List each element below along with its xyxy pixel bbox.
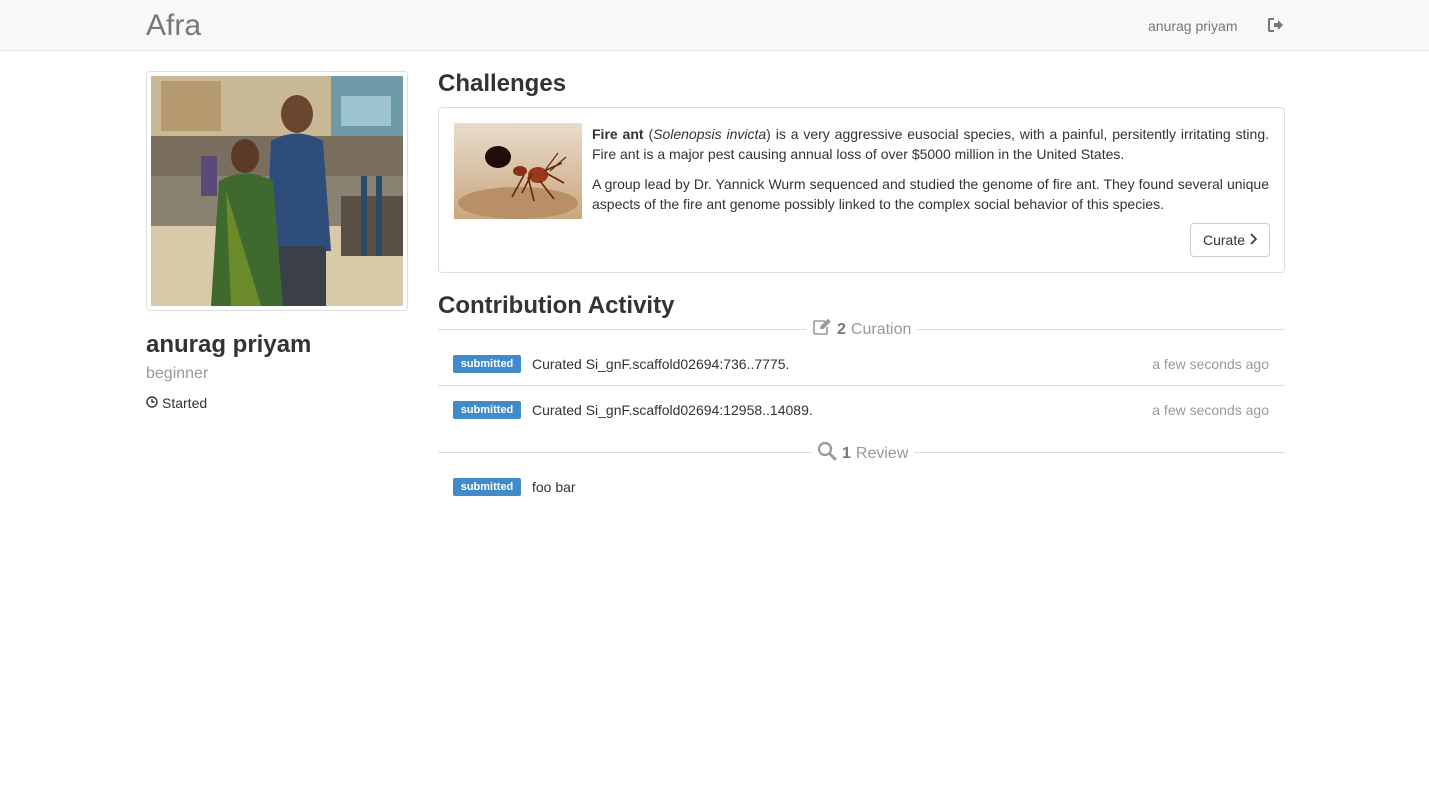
curation-count: 2 [837, 321, 846, 338]
review-label: Review [855, 445, 909, 462]
clock-icon [146, 395, 158, 411]
edit-icon [812, 318, 832, 342]
nav-user-link[interactable]: anurag priyam [1148, 17, 1238, 35]
profile-name: anurag priyam [146, 331, 312, 358]
species-name: Fire ant [592, 126, 644, 142]
status-badge: submitted [453, 355, 521, 373]
challenge-paragraph-1: Fire ant (Solenopsis invicta) is a very … [592, 126, 1270, 162]
navbar: Afra anurag priyam [0, 0, 1429, 51]
activity-time: a few seconds ago [1152, 356, 1269, 372]
activity-text[interactable]: Curated Si_gnF.scaffold02694:12958..1408… [532, 402, 813, 418]
curation-label: Curation [850, 321, 912, 338]
challenge-panel: Fire ant (Solenopsis invicta) is a very … [438, 107, 1285, 273]
profile-status: Started [146, 395, 207, 411]
chevron-right-icon [1249, 232, 1258, 248]
challenge-paragraph-2: A group lead by Dr. Yannick Wurm sequenc… [592, 176, 1269, 212]
activity-row[interactable]: submitted Curated Si_gnF.scaffold02694:1… [438, 386, 1285, 432]
profile-status-label: Started [162, 395, 208, 411]
profile-photo [146, 71, 408, 311]
activity-text[interactable]: foo bar [532, 479, 576, 495]
curation-header: 2 Curation [806, 318, 918, 342]
species-scientific-name: Solenopsis invicta [653, 126, 767, 142]
activity-row[interactable]: submitted Curated Si_gnF.scaffold02694:7… [438, 340, 1285, 386]
activity-row[interactable]: submitted foo bar [438, 463, 1285, 509]
curate-button[interactable]: Curate [1190, 223, 1270, 257]
activity-time: a few seconds ago [1152, 402, 1269, 418]
challenges-title: Challenges [438, 70, 567, 97]
activity-text[interactable]: Curated Si_gnF.scaffold02694:736..7775. [532, 356, 789, 372]
curate-button-label: Curate [1202, 232, 1246, 248]
sign-out-icon[interactable] [1267, 16, 1285, 34]
status-badge: submitted [453, 401, 521, 419]
profile-level: beginner [146, 365, 209, 382]
brand-link[interactable]: Afra [146, 8, 201, 44]
challenge-description: Fire ant (Solenopsis invicta) is a very … [592, 124, 1269, 224]
review-count: 1 [842, 445, 851, 462]
contribution-activity-title: Contribution Activity [438, 292, 675, 319]
fire-ant-photo [454, 123, 582, 219]
status-badge: submitted [453, 478, 521, 496]
